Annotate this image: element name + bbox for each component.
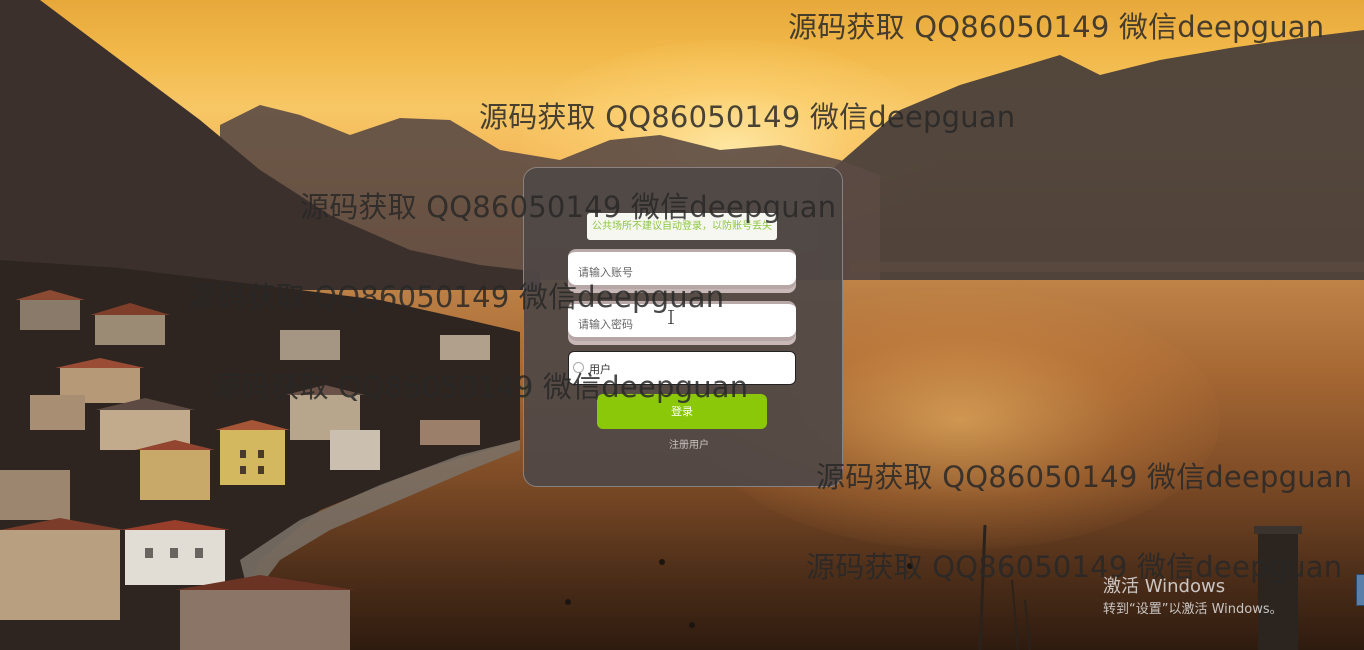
auto-login-notice: 公共场所不建议自动登录，以防账号丢失: [587, 213, 777, 240]
text-cursor-icon: [668, 310, 674, 324]
login-panel: 公共场所不建议自动登录，以防账号丢失 用户 登录 注册用户: [523, 167, 843, 487]
password-input[interactable]: [576, 308, 780, 340]
account-input[interactable]: [576, 256, 780, 288]
activation-title: 激活 Windows: [1103, 576, 1226, 597]
role-radio-button[interactable]: [573, 362, 584, 373]
role-label: 用户: [589, 363, 611, 376]
login-button[interactable]: 登录: [597, 394, 767, 429]
password-field[interactable]: [568, 301, 796, 341]
register-link[interactable]: 注册用户: [664, 436, 714, 451]
account-field[interactable]: [568, 249, 796, 289]
windows-activation-notice: 激活 Windows 转到“设置”以激活 Windows。: [1103, 576, 1283, 620]
side-edge-tab[interactable]: [1356, 574, 1364, 606]
activation-subtitle: 转到“设置”以激活 Windows。: [1103, 602, 1283, 617]
role-selector[interactable]: 用户: [568, 351, 796, 385]
